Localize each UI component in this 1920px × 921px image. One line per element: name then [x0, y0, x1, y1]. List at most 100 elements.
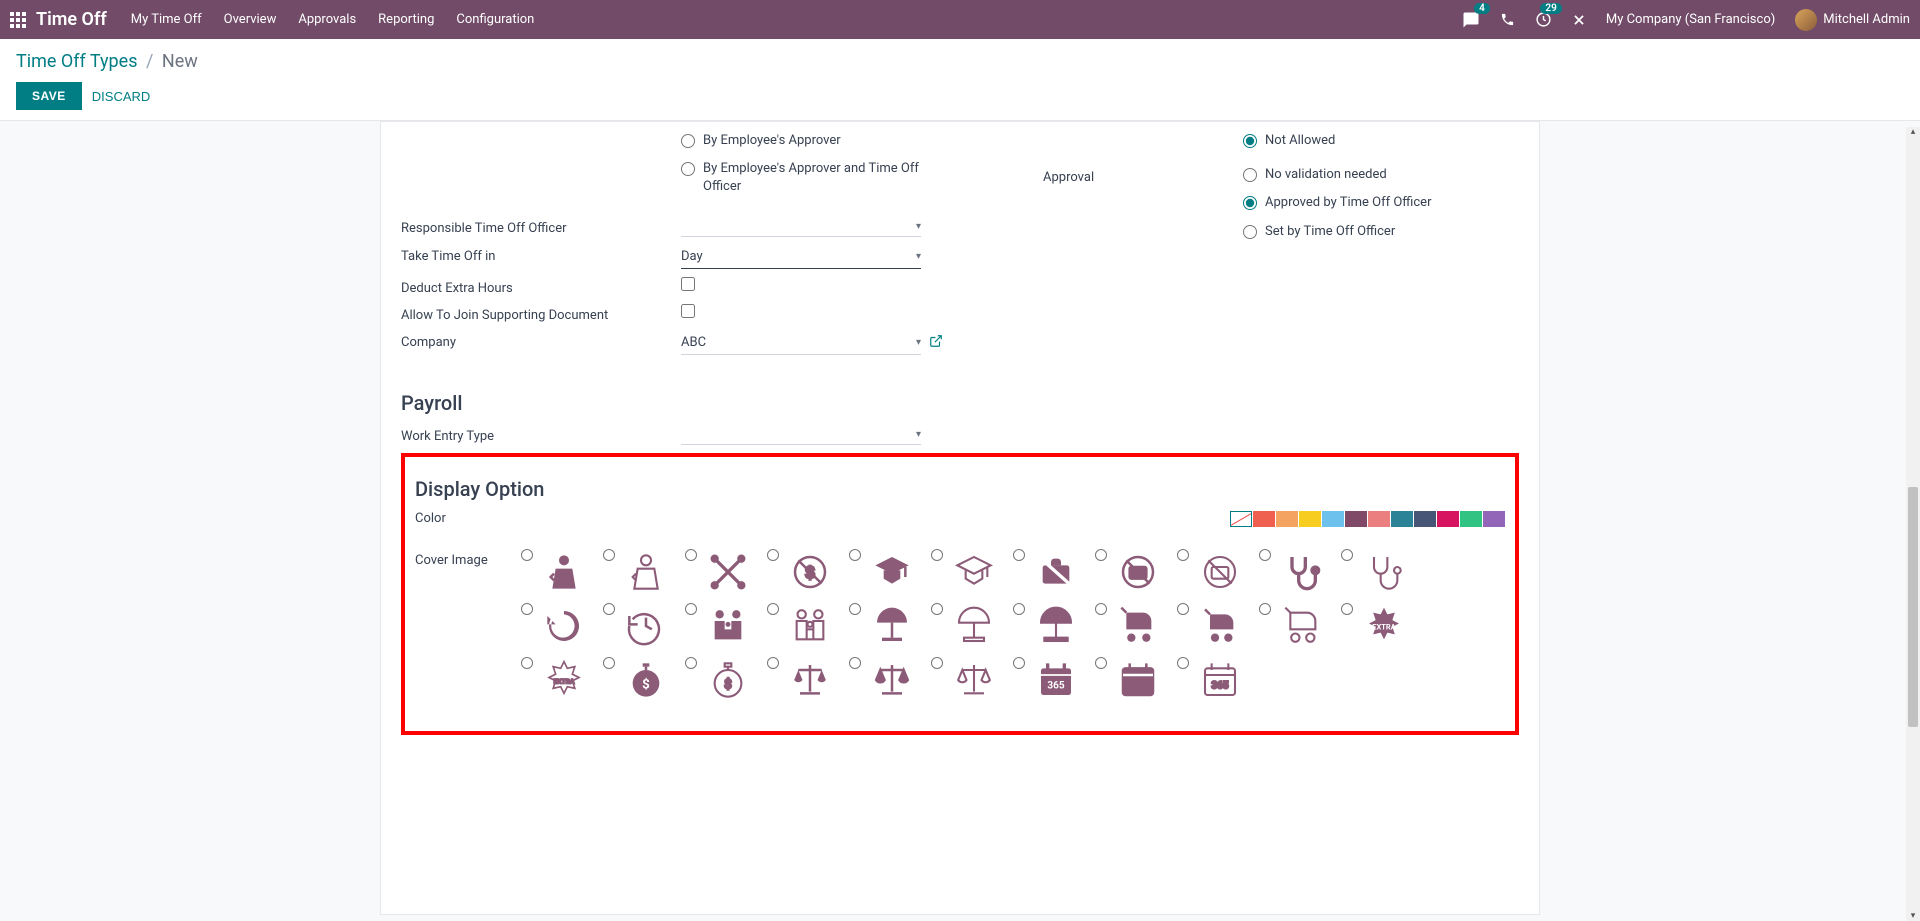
- cover-radio-extra-burst-outline[interactable]: [521, 657, 533, 669]
- save-button[interactable]: SAVE: [16, 82, 82, 110]
- briefcase-off-solid-icon: [1035, 551, 1077, 593]
- cover-radio-scales-mid[interactable]: [849, 657, 861, 669]
- cover-radio-grad-cap-solid[interactable]: [849, 549, 861, 561]
- work-entry-type-select[interactable]: ▾: [681, 425, 921, 445]
- radio-set-by-officer[interactable]: [1243, 225, 1257, 239]
- scrollbar[interactable]: ▴ ▾: [1906, 127, 1920, 921]
- cover-radio-no-dollar[interactable]: [767, 549, 779, 561]
- allow-supporting-doc-checkbox[interactable]: [681, 304, 695, 318]
- reminders-badge: 29: [1540, 3, 1561, 14]
- color-swatch-9[interactable]: [1437, 511, 1459, 527]
- svg-text:EXTRA: EXTRA: [1372, 622, 1396, 631]
- cover-radio-stroller-outline[interactable]: [1259, 603, 1271, 615]
- color-swatch-4[interactable]: [1322, 511, 1344, 527]
- svg-text:365: 365: [1047, 680, 1064, 691]
- reminders-icon[interactable]: 29: [1535, 11, 1552, 28]
- cover-radio-calendar-365-outline[interactable]: [1177, 657, 1189, 669]
- color-swatch-10[interactable]: [1460, 511, 1482, 527]
- cover-radio-stopwatch-dollar[interactable]: [603, 657, 615, 669]
- cover-radio-briefcase-off-circle[interactable]: [1095, 549, 1107, 561]
- display-option-box: Display Option Color Cover Image $EXTRAE…: [401, 453, 1519, 735]
- take-time-off-select[interactable]: Day▾: [681, 245, 921, 269]
- stroller-dark-icon: [1199, 605, 1241, 647]
- cover-radio-stopwatch-dollar-outline[interactable]: [685, 657, 697, 669]
- close-icon[interactable]: [1572, 13, 1586, 27]
- cover-radio-umbrella-stand-solid[interactable]: [849, 603, 861, 615]
- svg-text:EXTRA: EXTRA: [554, 677, 575, 685]
- stroller-outline-icon: [1281, 605, 1323, 647]
- umbrella-stand-outline-icon: [953, 605, 995, 647]
- cover-radio-extra-burst[interactable]: [1341, 603, 1353, 615]
- color-swatch-3[interactable]: [1299, 511, 1321, 527]
- umbrella-stand-solid-icon: [871, 605, 913, 647]
- cover-radio-scales-outline[interactable]: [931, 657, 943, 669]
- cover-radio-grad-cap-outline[interactable]: [931, 549, 943, 561]
- cover-radio-briefcase-off-solid[interactable]: [1013, 549, 1025, 561]
- cover-radio-calendar-365-solid[interactable]: [1013, 657, 1025, 669]
- family-solid-icon: [707, 605, 749, 647]
- deduct-extra-hours-checkbox[interactable]: [681, 277, 695, 291]
- color-swatch-6[interactable]: [1368, 511, 1390, 527]
- nav-overview[interactable]: Overview: [224, 12, 277, 27]
- svg-text:365: 365: [1211, 680, 1228, 691]
- color-swatch-2[interactable]: [1276, 511, 1298, 527]
- briefcase-off-circle-icon: [1117, 551, 1159, 593]
- cover-radio-umbrella-stand-outline[interactable]: [931, 603, 943, 615]
- color-swatch-0[interactable]: [1230, 511, 1252, 527]
- radio-not-allowed[interactable]: [1243, 134, 1257, 148]
- cover-radio-crossed-swords[interactable]: [685, 549, 697, 561]
- phone-icon[interactable]: [1500, 12, 1515, 27]
- cover-radio-stethoscope-outline[interactable]: [1341, 549, 1353, 561]
- crossed-swords-icon: [707, 551, 749, 593]
- cover-radio-history-outline[interactable]: [603, 603, 615, 615]
- scales-outline-icon: [953, 659, 995, 701]
- color-swatch-8[interactable]: [1414, 511, 1436, 527]
- discard-button[interactable]: DISCARD: [92, 89, 151, 104]
- cover-radio-briefcase-off-outline[interactable]: [1177, 549, 1189, 561]
- cover-radio-history-solid[interactable]: [521, 603, 533, 615]
- radio-by-employee-and-officer[interactable]: [681, 162, 695, 176]
- nav-reporting[interactable]: Reporting: [378, 12, 434, 27]
- scales-solid-icon: [789, 659, 831, 701]
- color-swatch-11[interactable]: [1483, 511, 1505, 527]
- cover-radio-family-solid[interactable]: [685, 603, 697, 615]
- history-outline-icon: [625, 605, 667, 647]
- nav-my-time-off[interactable]: My Time Off: [131, 12, 202, 27]
- color-swatch-5[interactable]: [1345, 511, 1367, 527]
- messages-badge: 4: [1474, 3, 1490, 14]
- messages-icon[interactable]: 4: [1462, 11, 1480, 29]
- radio-no-validation[interactable]: [1243, 168, 1257, 182]
- briefcase-off-outline-icon: [1199, 551, 1241, 593]
- radio-approved-by-officer[interactable]: [1243, 196, 1257, 210]
- color-swatch-1[interactable]: [1253, 511, 1275, 527]
- cover-radio-injury-outline[interactable]: [603, 549, 615, 561]
- external-link-icon[interactable]: [929, 334, 943, 352]
- responsible-officer-select[interactable]: ▾: [681, 217, 921, 237]
- cover-radio-stroller-dark[interactable]: [1177, 603, 1189, 615]
- nav-approvals[interactable]: Approvals: [298, 12, 356, 27]
- color-swatch-7[interactable]: [1391, 511, 1413, 527]
- company-selector[interactable]: My Company (San Francisco): [1606, 12, 1775, 27]
- color-swatches: [1230, 511, 1505, 527]
- brand[interactable]: Time Off: [36, 9, 107, 30]
- cover-radio-family-outline[interactable]: [767, 603, 779, 615]
- company-select[interactable]: ABC▾: [681, 331, 921, 355]
- cover-radio-injury[interactable]: [521, 549, 533, 561]
- avatar: [1795, 9, 1817, 31]
- cover-radio-calendar-365-mid[interactable]: [1095, 657, 1107, 669]
- stethoscope-outline-icon: [1363, 551, 1405, 593]
- radio-by-employee-approver[interactable]: [681, 134, 695, 148]
- breadcrumb-parent[interactable]: Time Off Types: [16, 51, 138, 72]
- cover-radio-stroller-solid[interactable]: [1095, 603, 1107, 615]
- cover-radio-stethoscope-solid[interactable]: [1259, 549, 1271, 561]
- user-menu[interactable]: Mitchell Admin: [1795, 9, 1910, 31]
- injury-outline-icon: [625, 551, 667, 593]
- cover-radio-umbrella-alt[interactable]: [1013, 603, 1025, 615]
- cover-radio-scales-solid[interactable]: [767, 657, 779, 669]
- secondary-bar: Time Off Types / New SAVE DISCARD: [0, 39, 1920, 121]
- display-option-heading: Display Option: [415, 477, 1505, 501]
- nav-configuration[interactable]: Configuration: [456, 12, 534, 27]
- apps-icon[interactable]: [10, 12, 26, 28]
- grad-cap-solid-icon: [871, 551, 913, 593]
- svg-text:$: $: [724, 677, 732, 692]
